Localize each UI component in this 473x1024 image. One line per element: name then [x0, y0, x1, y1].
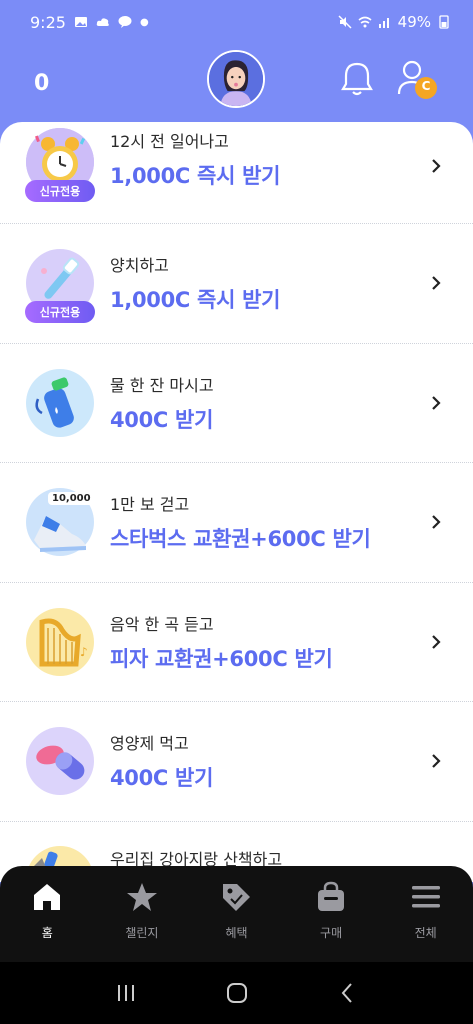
app-header: 0 C: [0, 44, 473, 122]
menu-icon: [411, 886, 440, 908]
nav-label: 전체: [414, 926, 437, 940]
user-icon: [397, 60, 437, 99]
mission-reward: 1,000C 즉시 받기: [110, 164, 281, 188]
harp-icon: ♪: [26, 607, 94, 676]
coin-badge: C: [421, 79, 431, 93]
star-icon: [126, 883, 157, 911]
bell-icon[interactable]: [340, 60, 374, 98]
svg-text:♪: ♪: [80, 645, 88, 659]
mission-item-drink-water[interactable]: 물 한 잔 마시고 400C 받기: [0, 344, 473, 463]
mission-item-music[interactable]: ♪ 음악 한 곡 듣고 피자 교환권+600C 받기: [0, 583, 473, 702]
recent-apps-icon[interactable]: [113, 980, 139, 1006]
toothbrush-icon: 신규전용: [25, 249, 95, 324]
mission-item-walk[interactable]: 10,000 1만 보 걷고 스타벅스 교환권+600C 받기: [0, 463, 473, 583]
alarm-clock-icon: 신규전용: [25, 128, 95, 202]
mission-reward: 400C 받기: [110, 766, 214, 791]
nav-home[interactable]: 홈: [7, 880, 87, 941]
mission-reward: 피자 교환권+600C 받기: [110, 646, 333, 671]
status-time: 9:25: [30, 12, 66, 32]
avatar-image: [209, 52, 263, 106]
coin-balance[interactable]: 0: [34, 71, 74, 96]
avatar[interactable]: [207, 50, 265, 108]
chevron-right-icon: [432, 159, 441, 173]
step-tag: 10,000: [48, 492, 95, 506]
home-icon: [34, 884, 61, 910]
mission-title: 양치하고: [110, 256, 169, 276]
bottom-navigation: 홈 챌린지 혜택 구매 전체: [0, 866, 473, 962]
mission-item-supplements[interactable]: 영양제 먹고 400C 받기: [0, 702, 473, 822]
mission-reward: 1,000C 즉시 받기: [110, 288, 281, 313]
dot-icon: ●: [139, 16, 149, 28]
nav-purchase[interactable]: 구매: [291, 880, 371, 941]
signal-icon: [378, 18, 389, 28]
battery-icon: [439, 15, 449, 29]
mission-title: 물 한 잔 마시고: [110, 375, 214, 395]
chevron-right-icon: [432, 754, 441, 769]
new-only-badge: 신규전용: [25, 301, 95, 324]
mission-item-wake-up[interactable]: 신규전용 12시 전 일어나고 1,000C 즉시 받기: [0, 122, 473, 224]
mission-title: 12시 전 일어나고: [110, 132, 229, 151]
chevron-right-icon: [432, 515, 441, 530]
nav-challenge[interactable]: 챌린지: [102, 880, 182, 941]
nav-label: 구매: [320, 926, 343, 940]
chevron-right-icon: [432, 634, 441, 649]
sneaker-icon: 10,000: [26, 488, 95, 557]
nav-all[interactable]: 전체: [386, 880, 466, 941]
back-icon[interactable]: [335, 980, 361, 1006]
bag-icon: [318, 881, 345, 911]
battery-level: 49%: [397, 13, 431, 31]
nav-label: 혜택: [225, 926, 248, 940]
mute-icon: [338, 15, 352, 29]
mission-list: 신규전용 12시 전 일어나고 1,000C 즉시 받기 신규전용 양치하고 1…: [0, 122, 473, 882]
status-bar: 9:25 ● 49%: [0, 0, 473, 44]
system-navigation-bar: [0, 962, 473, 1024]
talk-icon: [118, 16, 132, 28]
mission-title: 음악 한 곡 듣고: [110, 614, 214, 634]
mission-reward: 400C 받기: [110, 407, 214, 432]
mission-reward: 스타벅스 교환권+600C 받기: [110, 527, 371, 552]
pill-icon: [26, 727, 94, 796]
cloud-icon: [96, 18, 109, 26]
nav-label: 챌린지: [125, 926, 159, 940]
tag-icon: [223, 884, 251, 911]
nav-benefits[interactable]: 혜택: [196, 880, 276, 941]
chevron-right-icon: [432, 276, 441, 291]
chevron-right-icon: [432, 395, 441, 410]
wifi-icon: [358, 16, 372, 28]
water-bottle-icon: [26, 368, 94, 437]
mission-item-brush-teeth[interactable]: 신규전용 양치하고 1,000C 즉시 받기: [0, 224, 473, 344]
home-button-icon[interactable]: [224, 980, 250, 1006]
new-only-badge: 신규전용: [25, 180, 95, 202]
mission-title: 1만 보 걷고: [110, 495, 190, 515]
profile-button[interactable]: C: [396, 58, 440, 102]
nav-label: 홈: [41, 926, 53, 940]
gallery-icon: [74, 17, 87, 27]
mission-title: 영양제 먹고: [110, 734, 189, 754]
